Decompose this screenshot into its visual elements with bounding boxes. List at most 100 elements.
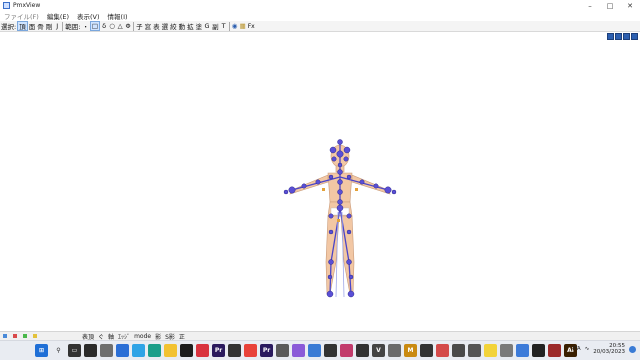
range-shape-button[interactable]: ○ (108, 21, 116, 31)
app-12-icon[interactable] (324, 344, 337, 357)
select-label: 選択: (1, 23, 17, 31)
taskbar: ⊞ ⚲ ▭ Pr Pr V M Ai ˄ ITA ∿ 20:55 20/03/2023 (0, 340, 640, 360)
title-bar: PmxView – □ ✕ (0, 0, 640, 11)
bone-marker (355, 188, 358, 191)
view-toggle-icon[interactable]: ◉ (231, 21, 239, 31)
app-10-icon[interactable] (292, 344, 305, 357)
maximize-button[interactable]: □ (600, 0, 620, 11)
premiere-2-icon[interactable]: Pr (260, 344, 273, 357)
grid-toggle-icon[interactable]: ▦ (239, 21, 247, 31)
viewport-tools (607, 33, 638, 40)
status-dot-icon[interactable] (30, 334, 40, 338)
range-shape-button[interactable]: Φ (124, 21, 132, 31)
tool-button[interactable]: 拡 (186, 21, 195, 31)
status-bar: 表頂ぐ軸ｴｯｼﾞ mode 影 S影正 (0, 331, 640, 341)
status-dot-icon[interactable] (10, 334, 20, 338)
menu-item[interactable]: 表示(V) (73, 11, 104, 21)
wifi-icon[interactable]: ∿ (585, 346, 590, 352)
app-3-icon[interactable] (116, 344, 129, 357)
app-18-icon[interactable] (420, 344, 433, 357)
tool-button[interactable]: 副 (211, 21, 220, 31)
tray-chevron-icon[interactable]: ˄ (566, 346, 569, 352)
status-dot-icon[interactable] (20, 334, 30, 338)
viewport-grid-icon[interactable] (607, 33, 614, 40)
premiere-1-icon[interactable]: Pr (212, 344, 225, 357)
viewport-view-icon[interactable] (615, 33, 622, 40)
tool-button[interactable]: 塗 (195, 21, 204, 31)
app-15-icon[interactable]: V (372, 344, 385, 357)
range-shape-button[interactable]: □ (89, 21, 101, 31)
menu-item[interactable]: 編集(E) (43, 11, 73, 21)
select-mode-button[interactable]: 面 (28, 21, 37, 31)
bone-marker (322, 188, 325, 191)
app-8-icon[interactable] (244, 344, 257, 357)
toolbar: 選択: 頂面骨剛J 範囲: ・ □ δ ○ △ Φ 子窓表選絞動拡塗G副T ◉ ▦ Fx (0, 21, 640, 32)
app-17-icon[interactable]: M (404, 344, 417, 357)
menu-item[interactable]: ファイル(F) (0, 11, 43, 21)
edge-icon[interactable] (148, 344, 161, 357)
app-2-icon[interactable] (100, 344, 113, 357)
app-25-icon[interactable] (532, 344, 545, 357)
toolbar-separator (228, 21, 230, 31)
app-24-icon[interactable] (516, 344, 529, 357)
clock[interactable]: 20:55 20/03/2023 (593, 343, 625, 355)
app-1-icon[interactable] (84, 344, 97, 357)
tool-button[interactable]: 絞 (169, 21, 178, 31)
tool-button[interactable]: T (220, 21, 228, 31)
select-mode-button[interactable]: 剛 (45, 21, 54, 31)
status-dot-icon[interactable] (0, 334, 10, 338)
bone-marker (337, 219, 340, 222)
select-mode-button[interactable]: J (53, 21, 61, 31)
tool-button[interactable]: 選 (161, 21, 170, 31)
minimize-button[interactable]: – (580, 0, 600, 11)
taskbar-apps: ⚲ ▭ Pr Pr V M Ai (52, 344, 577, 357)
explorer-icon[interactable] (164, 344, 177, 357)
viewport-axis-icon[interactable] (623, 33, 630, 40)
window-title: PmxView (13, 2, 41, 9)
app-icon (3, 2, 10, 9)
app-20-icon[interactable] (452, 344, 465, 357)
tool-button[interactable]: 表 (152, 21, 161, 31)
toolbar-separator (62, 21, 64, 31)
search-icon[interactable]: ⚲ (52, 344, 65, 357)
window-controls: – □ ✕ (580, 0, 640, 11)
system-tray: ˄ ITA ∿ 20:55 20/03/2023 (566, 343, 636, 355)
task-view-icon[interactable]: ▭ (68, 344, 81, 357)
menu-item[interactable]: 情報(I) (104, 11, 132, 21)
tool-button[interactable]: 窓 (144, 21, 153, 31)
app-7-icon[interactable] (228, 344, 241, 357)
range-label: 範囲: (65, 23, 81, 31)
character-model[interactable] (0, 32, 640, 331)
app-11-icon[interactable] (308, 344, 321, 357)
app-14-icon[interactable] (356, 344, 369, 357)
clock-date: 20/03/2023 (593, 349, 625, 355)
notification-icon[interactable] (629, 345, 636, 353)
app-13-icon[interactable] (340, 344, 353, 357)
range-shape-button[interactable]: δ (100, 21, 108, 31)
app-16-icon[interactable] (388, 344, 401, 357)
fx-button[interactable]: Fx (247, 21, 256, 31)
menu-bar: ファイル(F) 編集(E) 表示(V) 情報(I) (0, 11, 640, 21)
tool-button[interactable]: G (203, 21, 211, 31)
start-button-icon[interactable]: ⊞ (35, 344, 48, 357)
app-4-icon[interactable] (132, 344, 145, 357)
select-mode-button[interactable]: 骨 (36, 21, 45, 31)
select-mode-button[interactable]: 頂 (17, 21, 28, 31)
app-21-icon[interactable] (468, 344, 481, 357)
language-indicator[interactable]: ITA (572, 346, 580, 352)
app-22-icon[interactable] (484, 344, 497, 357)
app-19-icon[interactable] (436, 344, 449, 357)
viewport-camera-icon[interactable] (631, 33, 638, 40)
app-26-icon[interactable] (548, 344, 561, 357)
3d-viewport[interactable] (0, 32, 640, 331)
tool-button[interactable]: 動 (178, 21, 187, 31)
app-5-icon[interactable] (180, 344, 193, 357)
close-button[interactable]: ✕ (620, 0, 640, 11)
toolbar-separator (133, 21, 135, 31)
range-shape-button[interactable]: △ (116, 21, 124, 31)
range-shape-button[interactable]: ・ (81, 21, 90, 31)
app-23-icon[interactable] (500, 344, 513, 357)
app-9-icon[interactable] (276, 344, 289, 357)
app-6-icon[interactable] (196, 344, 209, 357)
tool-button[interactable]: 子 (135, 21, 144, 31)
